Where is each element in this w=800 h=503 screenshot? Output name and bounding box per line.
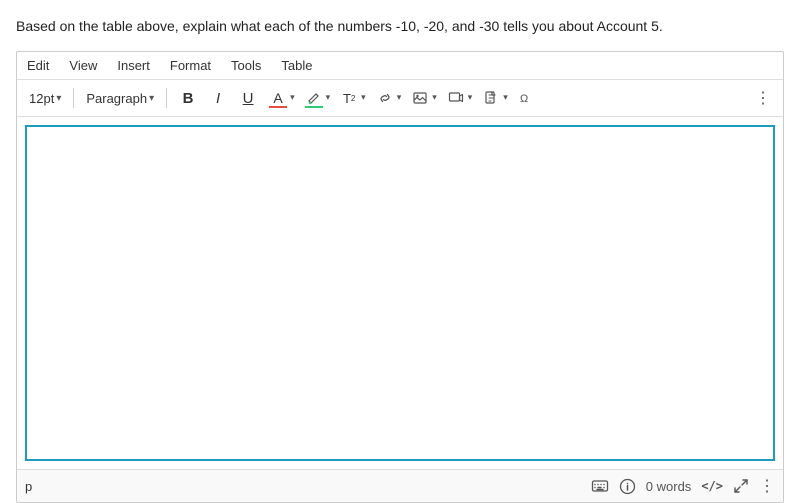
highlight-icon bbox=[303, 86, 325, 110]
status-bar: p bbox=[17, 469, 783, 502]
document-button[interactable]: ▾ bbox=[478, 84, 510, 112]
document-icon bbox=[480, 86, 502, 110]
highlight-button[interactable]: ▾ bbox=[301, 84, 333, 112]
expand-button[interactable] bbox=[733, 478, 749, 494]
word-count: 0 words bbox=[646, 479, 692, 494]
font-color-arrow: ▾ bbox=[290, 92, 295, 104]
paragraph-indicator: p bbox=[25, 479, 32, 494]
media-arrow: ▾ bbox=[468, 92, 473, 104]
highlight-arrow: ▾ bbox=[326, 92, 331, 104]
code-view-button[interactable]: </> bbox=[701, 479, 723, 493]
more-options-button[interactable]: ⋮ bbox=[751, 86, 775, 110]
media-button[interactable]: ▾ bbox=[443, 84, 475, 112]
status-more-button[interactable]: ⋮ bbox=[759, 476, 775, 496]
bold-button[interactable]: B bbox=[175, 86, 201, 110]
superscript-arrow: ▾ bbox=[361, 92, 366, 104]
superscript-icon: T2 bbox=[338, 86, 360, 110]
image-button[interactable]: ▾ bbox=[407, 84, 439, 112]
svg-text:Ω: Ω bbox=[520, 93, 528, 105]
italic-button[interactable]: I bbox=[205, 86, 231, 110]
image-icon bbox=[409, 86, 431, 110]
document-arrow: ▾ bbox=[503, 92, 508, 104]
special-chars-button[interactable]: Ω bbox=[514, 86, 540, 110]
editor-area[interactable] bbox=[25, 125, 775, 461]
underline-button[interactable]: U bbox=[235, 86, 261, 110]
menu-format[interactable]: Format bbox=[168, 56, 213, 75]
media-icon bbox=[445, 86, 467, 110]
font-color-icon: A bbox=[267, 86, 289, 110]
link-button[interactable]: ▾ bbox=[372, 84, 404, 112]
menu-view[interactable]: View bbox=[67, 56, 99, 75]
font-size-selector[interactable]: 12pt ▾ bbox=[25, 89, 65, 108]
toolbar: 12pt ▾ Paragraph ▾ B I U A ▾ bbox=[17, 80, 783, 117]
page-wrapper: Based on the table above, explain what e… bbox=[0, 0, 800, 503]
font-size-value: 12pt bbox=[29, 91, 54, 106]
menu-edit[interactable]: Edit bbox=[25, 56, 51, 75]
image-arrow: ▾ bbox=[432, 92, 437, 104]
question-text: Based on the table above, explain what e… bbox=[16, 16, 784, 37]
link-icon bbox=[374, 86, 396, 110]
paragraph-chevron: ▾ bbox=[149, 93, 154, 104]
menu-insert[interactable]: Insert bbox=[115, 56, 152, 75]
paragraph-label: Paragraph bbox=[86, 91, 147, 106]
status-icons: 0 words </> ⋮ bbox=[591, 476, 775, 496]
font-size-chevron: ▾ bbox=[56, 93, 61, 104]
toolbar-divider-2 bbox=[166, 88, 167, 108]
menu-bar: Edit View Insert Format Tools Table bbox=[17, 52, 783, 80]
paragraph-selector[interactable]: Paragraph ▾ bbox=[82, 89, 158, 108]
link-arrow: ▾ bbox=[397, 92, 402, 104]
font-color-button[interactable]: A ▾ bbox=[265, 84, 297, 112]
editor-container: Edit View Insert Format Tools Table 12pt… bbox=[16, 51, 784, 503]
toolbar-divider-1 bbox=[73, 88, 74, 108]
info-icon[interactable] bbox=[619, 478, 636, 495]
menu-tools[interactable]: Tools bbox=[229, 56, 263, 75]
keyboard-icon[interactable] bbox=[591, 477, 609, 495]
superscript-button[interactable]: T2 ▾ bbox=[336, 84, 368, 112]
menu-table[interactable]: Table bbox=[279, 56, 314, 75]
